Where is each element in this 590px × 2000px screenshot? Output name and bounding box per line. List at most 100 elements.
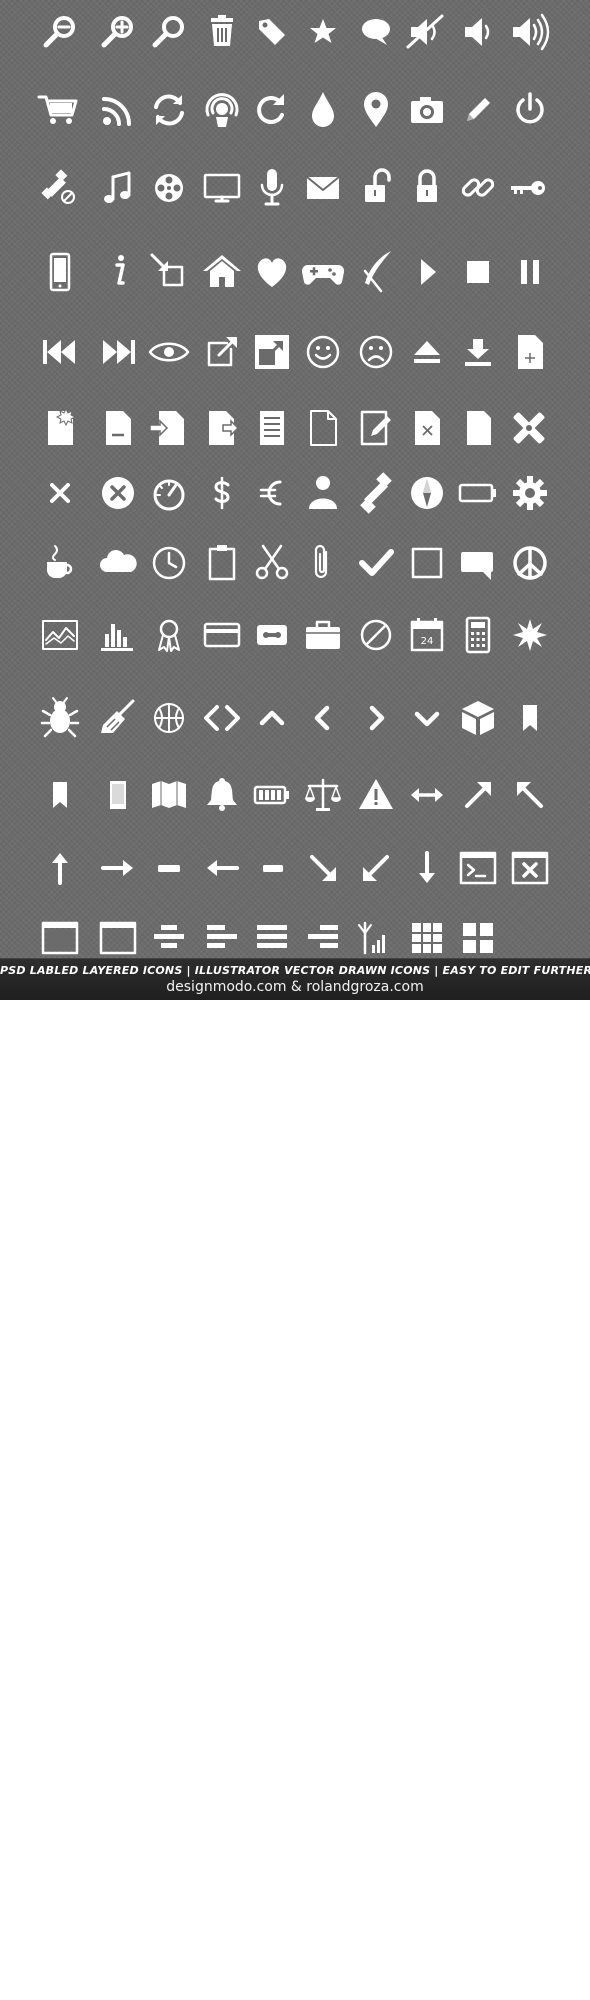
microphone-icon — [247, 163, 297, 213]
arrow-down-icon — [402, 843, 452, 893]
info-icon — [93, 247, 143, 297]
document-import-icon — [144, 403, 194, 453]
gamepad-icon — [298, 247, 348, 297]
eject-icon — [402, 327, 452, 377]
sad-face-icon — [351, 327, 401, 377]
arrow-up-right-icon — [453, 770, 503, 820]
mute-icon — [402, 7, 452, 57]
chevron-left-icon — [298, 693, 348, 743]
box-3d-icon — [453, 693, 503, 743]
align-left-icon — [197, 913, 247, 963]
tools-icon — [505, 403, 555, 453]
icon-sheet: 24 PSD LABLED LAYERED ICONS | ILLUSTRATO… — [0, 0, 590, 1000]
window-icon — [93, 913, 143, 963]
basketball-icon — [144, 693, 194, 743]
checkmark-icon — [351, 538, 401, 588]
drop-icon — [298, 85, 348, 135]
warning-icon — [351, 770, 401, 820]
gear-icon — [505, 468, 555, 518]
map-pin-icon — [351, 85, 401, 135]
document-edit-icon — [351, 403, 401, 453]
link-icon — [453, 163, 503, 213]
map-icon — [144, 770, 194, 820]
coffee-cup-icon — [35, 538, 85, 588]
award-ribbon-icon — [144, 610, 194, 660]
document-delete-icon — [402, 403, 452, 453]
skip-forward-icon — [93, 327, 143, 377]
resize-in-icon — [144, 247, 194, 297]
shopping-cart-icon — [35, 85, 85, 135]
image-chart-icon — [35, 610, 85, 660]
document-minus-icon — [93, 403, 143, 453]
key-icon — [505, 163, 555, 213]
skip-back-icon — [35, 327, 85, 377]
stop-icon — [453, 247, 503, 297]
lock-icon — [402, 163, 452, 213]
document-blank-icon — [298, 403, 348, 453]
monitor-icon — [197, 163, 247, 213]
cassette-icon — [247, 610, 297, 660]
footer-tagline: PSD LABLED LAYERED ICONS | ILLUSTRATOR V… — [0, 964, 590, 977]
chevron-up-icon — [247, 693, 297, 743]
bell-icon — [197, 770, 247, 820]
mail-icon — [298, 163, 348, 213]
power-icon — [505, 85, 555, 135]
arrows-horizontal-icon — [402, 770, 452, 820]
arrow-right-icon — [93, 843, 143, 893]
zoom-in-icon — [93, 7, 143, 57]
bookmark-outline-icon — [35, 770, 85, 820]
minus-dash-small-icon — [247, 843, 297, 893]
checkbox-empty-icon — [402, 538, 452, 588]
arrow-down-right-icon — [298, 843, 348, 893]
heart-icon — [247, 247, 297, 297]
calculator-icon — [453, 610, 503, 660]
chevron-right-icon — [351, 693, 401, 743]
align-justify-icon — [247, 913, 297, 963]
tag-icon — [247, 7, 297, 57]
scissors-icon — [247, 538, 297, 588]
arrow-left-icon — [197, 843, 247, 893]
smiley-icon — [298, 327, 348, 377]
document-new-icon — [35, 403, 85, 453]
euro-icon — [247, 468, 297, 518]
cancel-circle-icon — [93, 468, 143, 518]
film-reel-icon — [144, 163, 194, 213]
pencil-icon — [453, 85, 503, 135]
dollar-icon — [197, 468, 247, 518]
eye-icon — [144, 327, 194, 377]
block-icon — [351, 610, 401, 660]
comment-icon — [453, 538, 503, 588]
briefcase-icon — [298, 610, 348, 660]
svg-text:24: 24 — [421, 636, 434, 647]
pause-icon — [505, 247, 555, 297]
battery-full-icon — [247, 770, 297, 820]
document-icon — [453, 403, 503, 453]
satellite-icon — [351, 468, 401, 518]
quill-icon — [351, 247, 401, 297]
refresh-icon — [144, 85, 194, 135]
user-icon — [298, 468, 348, 518]
footer-banner: PSD LABLED LAYERED ICONS | ILLUSTRATOR V… — [0, 958, 590, 1000]
external-link-icon — [197, 327, 247, 377]
code-icon — [197, 693, 247, 743]
bug-icon — [35, 693, 85, 743]
align-right-icon — [298, 913, 348, 963]
chevron-down-icon — [402, 693, 452, 743]
search-icon — [144, 7, 194, 57]
trash-icon — [197, 7, 247, 57]
terminal-icon — [453, 843, 503, 893]
zoom-out-icon — [35, 7, 85, 57]
arrow-up-icon — [35, 843, 85, 893]
peace-icon — [505, 538, 555, 588]
clipboard-icon — [197, 538, 247, 588]
close-icon — [35, 468, 85, 518]
broom-icon — [93, 693, 143, 743]
add-document-icon — [505, 327, 555, 377]
document-export-icon — [197, 403, 247, 453]
fullscreen-icon — [247, 327, 297, 377]
window-toolbar-icon — [35, 913, 85, 963]
satellite-off-icon — [35, 163, 85, 213]
clock-icon — [144, 538, 194, 588]
star-icon — [298, 7, 348, 57]
play-icon — [402, 247, 452, 297]
